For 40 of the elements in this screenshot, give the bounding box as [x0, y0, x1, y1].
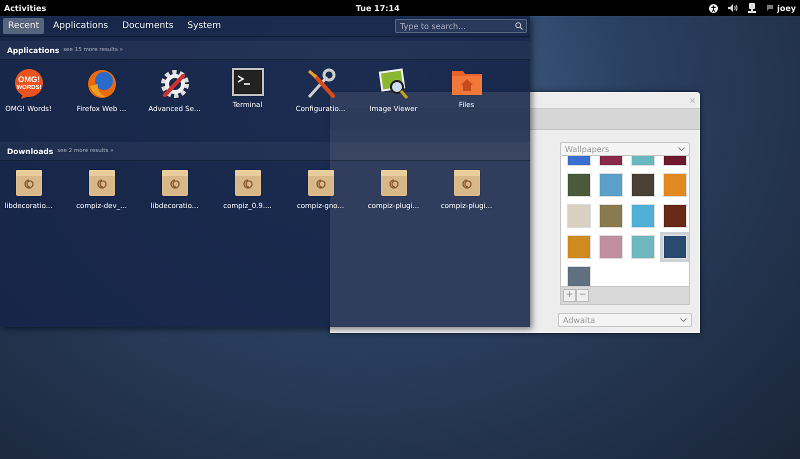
package-icon: [234, 169, 262, 197]
package-icon: [452, 169, 480, 197]
wallpaper-thumbnail[interactable]: [631, 204, 655, 228]
package-icon: [380, 169, 408, 197]
wallpaper-thumbnail[interactable]: [567, 235, 591, 259]
package-icon: [160, 169, 188, 197]
search-field[interactable]: Type to search...: [395, 19, 527, 33]
wallpaper-thumbnail[interactable]: [663, 173, 687, 197]
tab[interactable]: Recent: [3, 18, 44, 34]
package-icon: [14, 169, 42, 197]
wallpaper-thumbnail[interactable]: [631, 173, 655, 197]
volume-icon[interactable]: [728, 4, 738, 12]
tab[interactable]: Documents: [117, 18, 178, 34]
wallpaper-thumbnail[interactable]: [567, 266, 591, 286]
package-icon: [88, 169, 116, 197]
tab[interactable]: System: [182, 18, 226, 34]
wallpaper-thumbnail[interactable]: [631, 235, 655, 259]
package-icon: [306, 169, 334, 197]
picture-magnifier-icon: [378, 68, 410, 100]
activities-button[interactable]: Activities: [4, 4, 46, 12]
clock[interactable]: Tue 17:14: [356, 4, 400, 12]
wallpaper-thumbnail[interactable]: [599, 173, 623, 197]
wallpaper-thumbnail[interactable]: [567, 173, 591, 197]
caret-icon: [680, 318, 687, 322]
accessibility-icon[interactable]: [709, 4, 718, 12]
chat-bubble-icon[interactable]: [766, 4, 774, 12]
wallpaper-thumbnail[interactable]: [663, 204, 687, 228]
wallpaper-thumbnail[interactable]: [567, 204, 591, 228]
search-icon: [515, 22, 523, 30]
terminal-icon: [232, 68, 264, 96]
tab[interactable]: Applications: [48, 18, 114, 34]
globe-icon: [86, 68, 118, 100]
wallpaper-thumbnail[interactable]: [663, 235, 687, 259]
folder-icon: [450, 68, 482, 96]
wallpaper-thumbnail[interactable]: [599, 204, 623, 228]
network-icon[interactable]: [748, 3, 756, 13]
gear-icon: [158, 68, 190, 100]
caret-icon: [678, 147, 685, 151]
user-name[interactable]: joey: [777, 4, 796, 12]
wallpaper-thumbnail[interactable]: [599, 235, 623, 259]
